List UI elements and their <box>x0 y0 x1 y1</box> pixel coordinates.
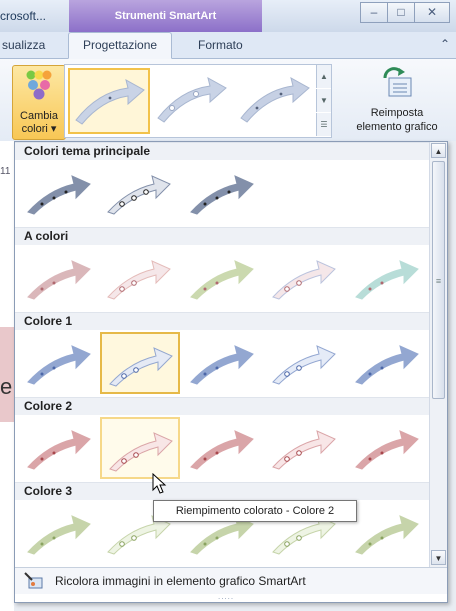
color-option-thumb[interactable] <box>265 417 343 477</box>
color-palette-icon <box>26 70 52 100</box>
tab-formato[interactable]: Formato <box>198 38 243 52</box>
color-option-thumb[interactable] <box>100 332 180 394</box>
dropdown-scrollbar[interactable]: ▲ ≡ ▼ <box>429 142 447 567</box>
swoosh-arrow-icon <box>107 175 171 215</box>
change-colors-dropdown: Colori tema principale A colori Colore 1 Co… <box>14 141 448 603</box>
swoosh-arrow-icon <box>27 430 91 470</box>
swoosh-arrow-icon <box>109 347 173 387</box>
swoosh-arrow-icon <box>27 260 91 300</box>
color-option-thumb[interactable] <box>348 247 426 307</box>
resize-grip[interactable]: ..... <box>218 592 234 601</box>
scroll-down-button[interactable]: ▼ <box>431 550 446 565</box>
color-option-thumb[interactable] <box>348 417 426 477</box>
reset-label-1: Reimposta <box>370 107 424 119</box>
document-ruler-mark: 11 <box>0 166 11 177</box>
color-option-thumb[interactable] <box>348 502 426 562</box>
style-thumb[interactable] <box>68 68 150 134</box>
section-header: Colori tema principale <box>15 142 438 160</box>
swoosh-arrow-icon <box>27 175 91 215</box>
section-header: A colori <box>15 227 438 245</box>
swoosh-arrow-icon <box>190 345 254 385</box>
color-option-thumb[interactable] <box>100 417 180 479</box>
color-option-thumb[interactable] <box>100 162 178 222</box>
tooltip: Riempimento colorato - Colore 2 <box>153 500 357 522</box>
color-option-thumb[interactable] <box>265 247 343 307</box>
swoosh-arrow-icon <box>190 175 254 215</box>
close-button[interactable]: ✕ <box>414 2 450 23</box>
swoosh-arrow-icon <box>355 515 419 555</box>
color-option-thumb[interactable] <box>183 162 261 222</box>
maximize-button[interactable]: □ <box>387 2 414 23</box>
window-title: crosoft... <box>0 9 47 23</box>
reset-graphic-button[interactable]: Reimposta elemento grafico <box>342 66 452 138</box>
section-header: Colore 3 <box>15 482 438 500</box>
smartart-styles-gallery: ▲ ▼ ☰ <box>64 64 332 138</box>
color-option-thumb[interactable] <box>183 417 261 477</box>
tab-progettazione[interactable]: Progettazione <box>68 32 173 59</box>
color-option-thumb[interactable] <box>20 332 98 392</box>
swoosh-arrow-icon <box>355 260 419 300</box>
swoosh-arrow-icon <box>272 260 336 300</box>
color-option-thumb[interactable] <box>20 417 98 477</box>
style-thumb[interactable] <box>152 68 232 132</box>
title-bar: crosoft... Strumenti SmartArt – □ ✕ <box>0 0 456 32</box>
color-option-thumb[interactable] <box>20 162 98 222</box>
swoosh-arrow-icon <box>272 345 336 385</box>
document-text-fragment: e <box>0 374 13 399</box>
change-colors-button[interactable]: Cambia colori ▾ <box>12 65 66 140</box>
change-colors-label-2: colori ▾ <box>21 123 57 135</box>
swoosh-arrow-icon <box>109 432 173 472</box>
minimize-button[interactable]: – <box>360 2 387 23</box>
swoosh-arrow-icon <box>355 430 419 470</box>
smartart-tools-context-tab: Strumenti SmartArt <box>69 0 262 32</box>
scroll-thumb[interactable]: ≡ <box>432 161 445 399</box>
swoosh-arrow-icon <box>190 430 254 470</box>
gallery-scroll-up[interactable]: ▲ <box>316 65 331 88</box>
swoosh-arrow-icon <box>27 515 91 555</box>
collapse-ribbon-icon[interactable]: ⌃ <box>440 37 450 51</box>
scroll-up-button[interactable]: ▲ <box>431 143 446 158</box>
swoosh-arrow-icon <box>27 345 91 385</box>
tab-visualizza[interactable]: sualizza <box>2 38 45 52</box>
reset-graphic-icon <box>383 67 412 97</box>
recolor-pictures-option[interactable]: Ricolora immagini in elemento grafico Sm… <box>15 567 447 594</box>
color-option-thumb[interactable] <box>183 247 261 307</box>
swoosh-arrow-icon <box>355 345 419 385</box>
swoosh-arrow-icon <box>272 430 336 470</box>
gallery-more-button[interactable]: ☰ <box>316 113 331 136</box>
color-option-thumb[interactable] <box>20 247 98 307</box>
window-controls: – □ ✕ <box>360 2 450 23</box>
section-header: Colore 1 <box>15 312 438 330</box>
swoosh-arrow-icon <box>190 260 254 300</box>
change-colors-label-1: Cambia <box>20 110 58 122</box>
recolor-pictures-icon <box>24 572 43 589</box>
swoosh-arrow-icon <box>107 260 171 300</box>
recolor-pictures-label: Ricolora immagini in elemento grafico Sm… <box>55 574 306 588</box>
color-option-thumb[interactable] <box>265 332 343 392</box>
color-option-thumb[interactable] <box>20 502 98 562</box>
gallery-scroll-down[interactable]: ▼ <box>316 89 331 112</box>
ribbon-tab-row: sualizza Progettazione Formato ⌃ <box>0 32 456 59</box>
section-header: Colore 2 <box>15 397 438 415</box>
color-option-thumb[interactable] <box>100 247 178 307</box>
color-option-thumb[interactable] <box>348 332 426 392</box>
color-option-thumb[interactable] <box>183 332 261 392</box>
mouse-cursor-icon <box>152 473 167 494</box>
reset-label-2: elemento grafico <box>356 121 438 133</box>
style-thumb[interactable] <box>235 68 315 132</box>
